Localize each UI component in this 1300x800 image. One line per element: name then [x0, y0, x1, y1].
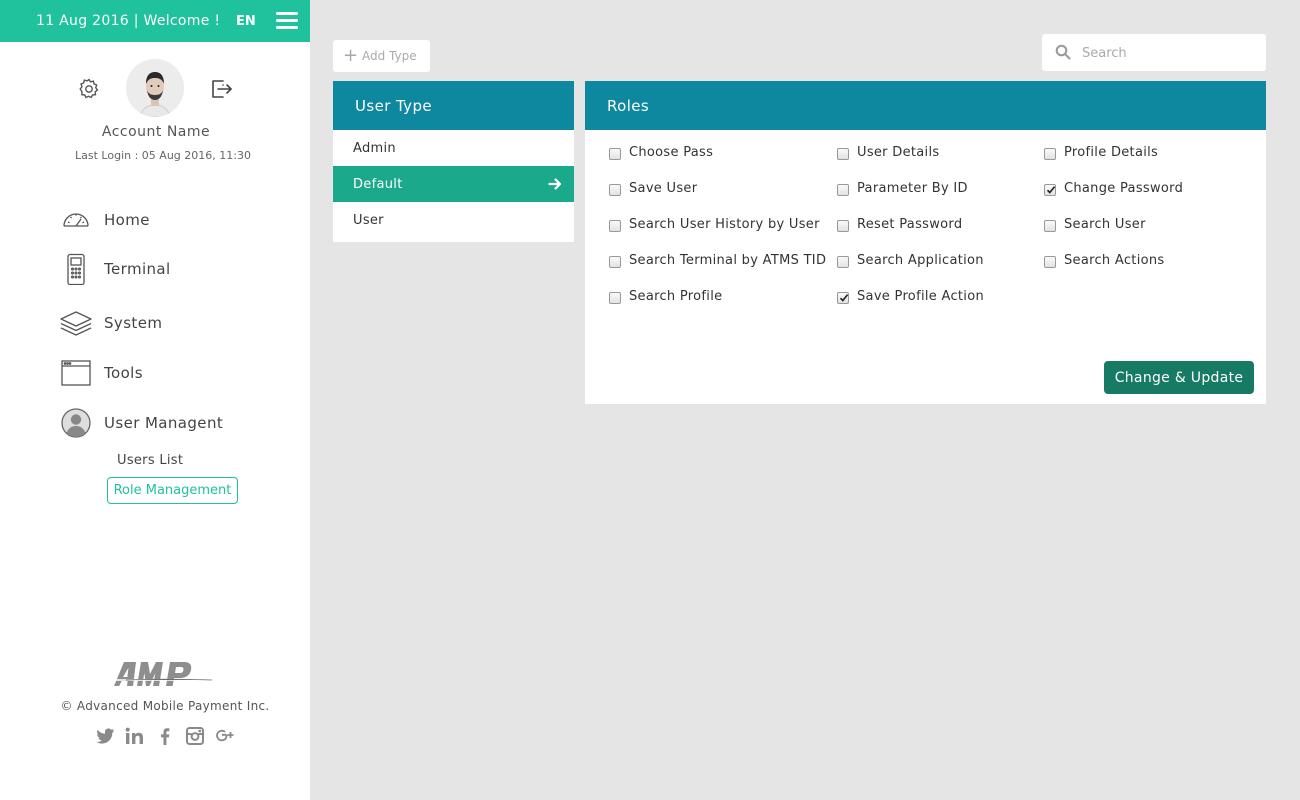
- facebook-icon[interactable]: [155, 727, 175, 745]
- role-label: Reset Password: [857, 217, 963, 232]
- google-plus-icon[interactable]: [215, 727, 235, 745]
- search-icon: [1055, 44, 1071, 60]
- role-checkbox-reset-password[interactable]: Reset Password: [837, 217, 1047, 237]
- nav-label: Home: [104, 211, 150, 229]
- instagram-icon[interactable]: [185, 727, 205, 745]
- window-icon: [61, 360, 91, 386]
- checkbox-unchecked[interactable]: [1044, 220, 1056, 232]
- avatar[interactable]: [126, 59, 184, 117]
- layers-icon: [60, 311, 92, 336]
- checkbox-unchecked[interactable]: [1044, 148, 1056, 160]
- checkbox-unchecked[interactable]: [837, 220, 849, 232]
- nav-item-tools[interactable]: Tools: [60, 357, 280, 389]
- search-box: [1042, 34, 1266, 71]
- account-name: Account Name: [101, 124, 211, 140]
- role-checkbox-user-details[interactable]: User Details: [837, 145, 1047, 165]
- plus-icon: +: [343, 45, 359, 66]
- nav-item-system[interactable]: System: [60, 307, 280, 339]
- checkbox-checked[interactable]: [837, 292, 849, 304]
- role-label: Profile Details: [1064, 145, 1159, 160]
- checkbox-unchecked[interactable]: [1044, 256, 1056, 268]
- role-checkbox-save-profile-action[interactable]: Save Profile Action: [837, 289, 1047, 309]
- checkbox-unchecked[interactable]: [609, 220, 621, 232]
- user-circle-icon: [61, 408, 91, 438]
- nav-item-user-management[interactable]: User Managent: [60, 407, 280, 439]
- sub-item-users-list[interactable]: Users List: [117, 453, 183, 468]
- logout-icon[interactable]: [208, 76, 234, 102]
- hamburger-menu-icon[interactable]: [276, 12, 298, 30]
- payment-terminal-icon: [67, 253, 85, 285]
- role-checkbox-profile-details[interactable]: Profile Details: [1044, 145, 1254, 165]
- user-type-label: User: [353, 213, 384, 228]
- welcome-text: 11 Aug 2016 | Welcome !: [36, 13, 221, 29]
- role-label: User Details: [857, 145, 940, 160]
- role-label: Search Terminal by ATMS TID: [629, 253, 827, 268]
- nav-label: User Managent: [104, 414, 224, 432]
- change-and-update-button[interactable]: Change & Update: [1104, 361, 1254, 394]
- checkbox-unchecked[interactable]: [609, 184, 621, 196]
- role-checkbox-change-password[interactable]: Change Password: [1044, 181, 1254, 201]
- role-label: Change Password: [1064, 181, 1184, 196]
- role-checkbox-search-terminal-by-atms-tid[interactable]: Search Terminal by ATMS TID: [609, 253, 826, 273]
- role-label: Save Profile Action: [857, 289, 985, 304]
- role-label: Search User: [1064, 217, 1146, 232]
- sub-item-role-management[interactable]: Role Management: [107, 477, 238, 504]
- checkmark-icon: [839, 294, 849, 302]
- checkbox-unchecked[interactable]: [837, 148, 849, 160]
- user-type-label: Admin: [353, 141, 396, 156]
- copyright-text: © Advanced Mobile Payment Inc.: [60, 699, 270, 713]
- role-label: Search User History by User: [629, 217, 820, 232]
- last-login: Last Login : 05 Aug 2016, 11:30: [75, 149, 251, 162]
- checkbox-checked[interactable]: [1044, 184, 1056, 196]
- checkbox-unchecked[interactable]: [837, 256, 849, 268]
- user-type-item-default[interactable]: Default: [333, 166, 574, 202]
- checkbox-unchecked[interactable]: [609, 292, 621, 304]
- search-input[interactable]: [1082, 42, 1257, 64]
- settings-gear-icon[interactable]: [77, 77, 101, 101]
- nav-item-home[interactable]: Home: [60, 204, 280, 236]
- nav-item-terminal[interactable]: Terminal: [60, 253, 280, 285]
- roles-panel-header: Roles: [585, 81, 1266, 130]
- user-type-item-admin[interactable]: Admin: [333, 130, 574, 166]
- role-label: Search Actions: [1064, 253, 1165, 268]
- sidebar: 11 Aug 2016 | Welcome ! EN Account Name …: [0, 0, 310, 800]
- add-type-label: Add Type: [362, 49, 417, 63]
- role-checkbox-choose-pass[interactable]: Choose Pass: [609, 145, 819, 165]
- checkbox-unchecked[interactable]: [837, 184, 849, 196]
- arrow-right-icon: [548, 178, 562, 190]
- role-checkbox-search-application[interactable]: Search Application: [837, 253, 1047, 273]
- user-type-list: Admin Default User: [333, 130, 574, 242]
- nav-label: Terminal: [104, 260, 171, 278]
- user-type-item-user[interactable]: User: [333, 202, 574, 238]
- role-label: Parameter By ID: [857, 181, 968, 196]
- nav-label: System: [104, 314, 163, 332]
- linkedin-icon[interactable]: [125, 727, 145, 745]
- role-label: Choose Pass: [629, 145, 714, 160]
- role-checkbox-search-user-history-by-user[interactable]: Search User History by User: [609, 217, 819, 237]
- add-type-button[interactable]: + Add Type: [333, 40, 430, 72]
- role-checkbox-parameter-by-id[interactable]: Parameter By ID: [837, 181, 1047, 201]
- role-label: Search Application: [857, 253, 984, 268]
- role-checkbox-search-actions[interactable]: Search Actions: [1044, 253, 1254, 273]
- checkmark-icon: [1046, 186, 1056, 194]
- dashboard-gauge-icon: [63, 213, 89, 227]
- user-type-label: Default: [353, 177, 403, 192]
- checkbox-unchecked[interactable]: [609, 256, 621, 268]
- language-selector[interactable]: EN: [236, 14, 256, 29]
- nav-label: Tools: [104, 364, 143, 382]
- user-type-panel-header: User Type: [333, 81, 574, 130]
- twitter-icon[interactable]: [95, 727, 115, 745]
- roles-title: Roles: [607, 97, 650, 115]
- checkbox-unchecked[interactable]: [609, 148, 621, 160]
- amp-logo: [114, 662, 213, 686]
- role-checkbox-search-user[interactable]: Search User: [1044, 217, 1254, 237]
- user-type-title: User Type: [355, 97, 433, 115]
- role-checkbox-save-user[interactable]: Save User: [609, 181, 819, 201]
- sidebar-header: 11 Aug 2016 | Welcome ! EN: [0, 0, 310, 42]
- role-checkbox-search-profile[interactable]: Search Profile: [609, 289, 819, 309]
- role-label: Search Profile: [629, 289, 723, 304]
- role-label: Save User: [629, 181, 698, 196]
